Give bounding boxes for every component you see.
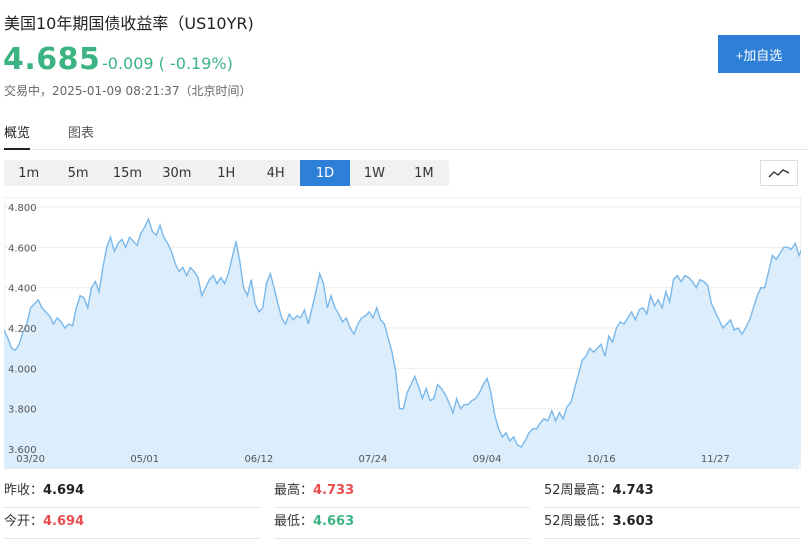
period-15m[interactable]: 15m — [103, 160, 152, 186]
stat-prev-close: 昨收：4.694 — [4, 478, 260, 508]
price-chart-svg: 4.8004.6004.4004.2004.0003.8003.60003/20… — [4, 197, 801, 469]
period-30m[interactable]: 30m — [152, 160, 201, 186]
stats-row: 昨收：4.694 最高：4.733 52周最高：4.743 — [0, 478, 808, 510]
tab-bar: 概览 图表 — [0, 118, 808, 150]
period-4h[interactable]: 4H — [251, 160, 300, 186]
x-tick-label: 09/04 — [473, 454, 502, 465]
tab-overview[interactable]: 概览 — [4, 122, 31, 150]
trading-status: 交易中，2025-01-09 08:21:37（北京时间） — [4, 84, 252, 98]
stats-row: 今开：4.694 最低：4.663 52周最低：3.603 — [0, 509, 808, 541]
x-tick-label: 03/20 — [16, 454, 45, 465]
stat-52w-low: 52周最低：3.603 — [544, 509, 800, 539]
line-chart-icon — [768, 169, 790, 178]
current-price: 4.685 — [3, 42, 101, 77]
y-tick-label: 4.400 — [8, 284, 37, 295]
stat-low: 最低：4.663 — [274, 509, 530, 539]
tab-chart[interactable]: 图表 — [68, 122, 94, 148]
x-tick-label: 06/12 — [244, 454, 273, 465]
price-change: -0.009 ( -0.19%) — [102, 54, 233, 73]
y-tick-label: 4.000 — [8, 364, 37, 375]
y-tick-label: 3.800 — [8, 405, 37, 416]
price-chart: 4.800 4.600 4.400 4.200 4.000 3.800 3.600 03/20… — [4, 197, 801, 469]
period-1mo[interactable]: 1M — [399, 160, 448, 186]
stat-open: 今开：4.694 — [4, 509, 260, 539]
x-tick-label: 10/16 — [587, 454, 616, 465]
period-1d[interactable]: 1D — [300, 160, 350, 186]
x-tick-label: 07/24 — [359, 454, 388, 465]
period-1h[interactable]: 1H — [202, 160, 251, 186]
page-title: 美国10年期国债收益率（US10YR) — [4, 14, 254, 33]
stat-52w-high: 52周最高：4.743 — [544, 478, 800, 508]
y-tick-label: 4.200 — [8, 324, 37, 335]
y-tick-label: 4.600 — [8, 243, 37, 254]
x-tick-label: 05/01 — [130, 454, 159, 465]
period-1w[interactable]: 1W — [350, 160, 399, 186]
chart-type-button[interactable] — [760, 160, 798, 186]
period-selector: 1m 5m 15m 30m 1H 4H 1D 1W 1M — [4, 160, 449, 186]
stat-high: 最高：4.733 — [274, 478, 530, 508]
add-watchlist-button[interactable]: +加自选 — [718, 35, 800, 73]
x-tick-label: 11/27 — [701, 454, 730, 465]
y-tick-label: 4.800 — [8, 203, 37, 214]
period-5m[interactable]: 5m — [53, 160, 102, 186]
period-1m[interactable]: 1m — [4, 160, 53, 186]
